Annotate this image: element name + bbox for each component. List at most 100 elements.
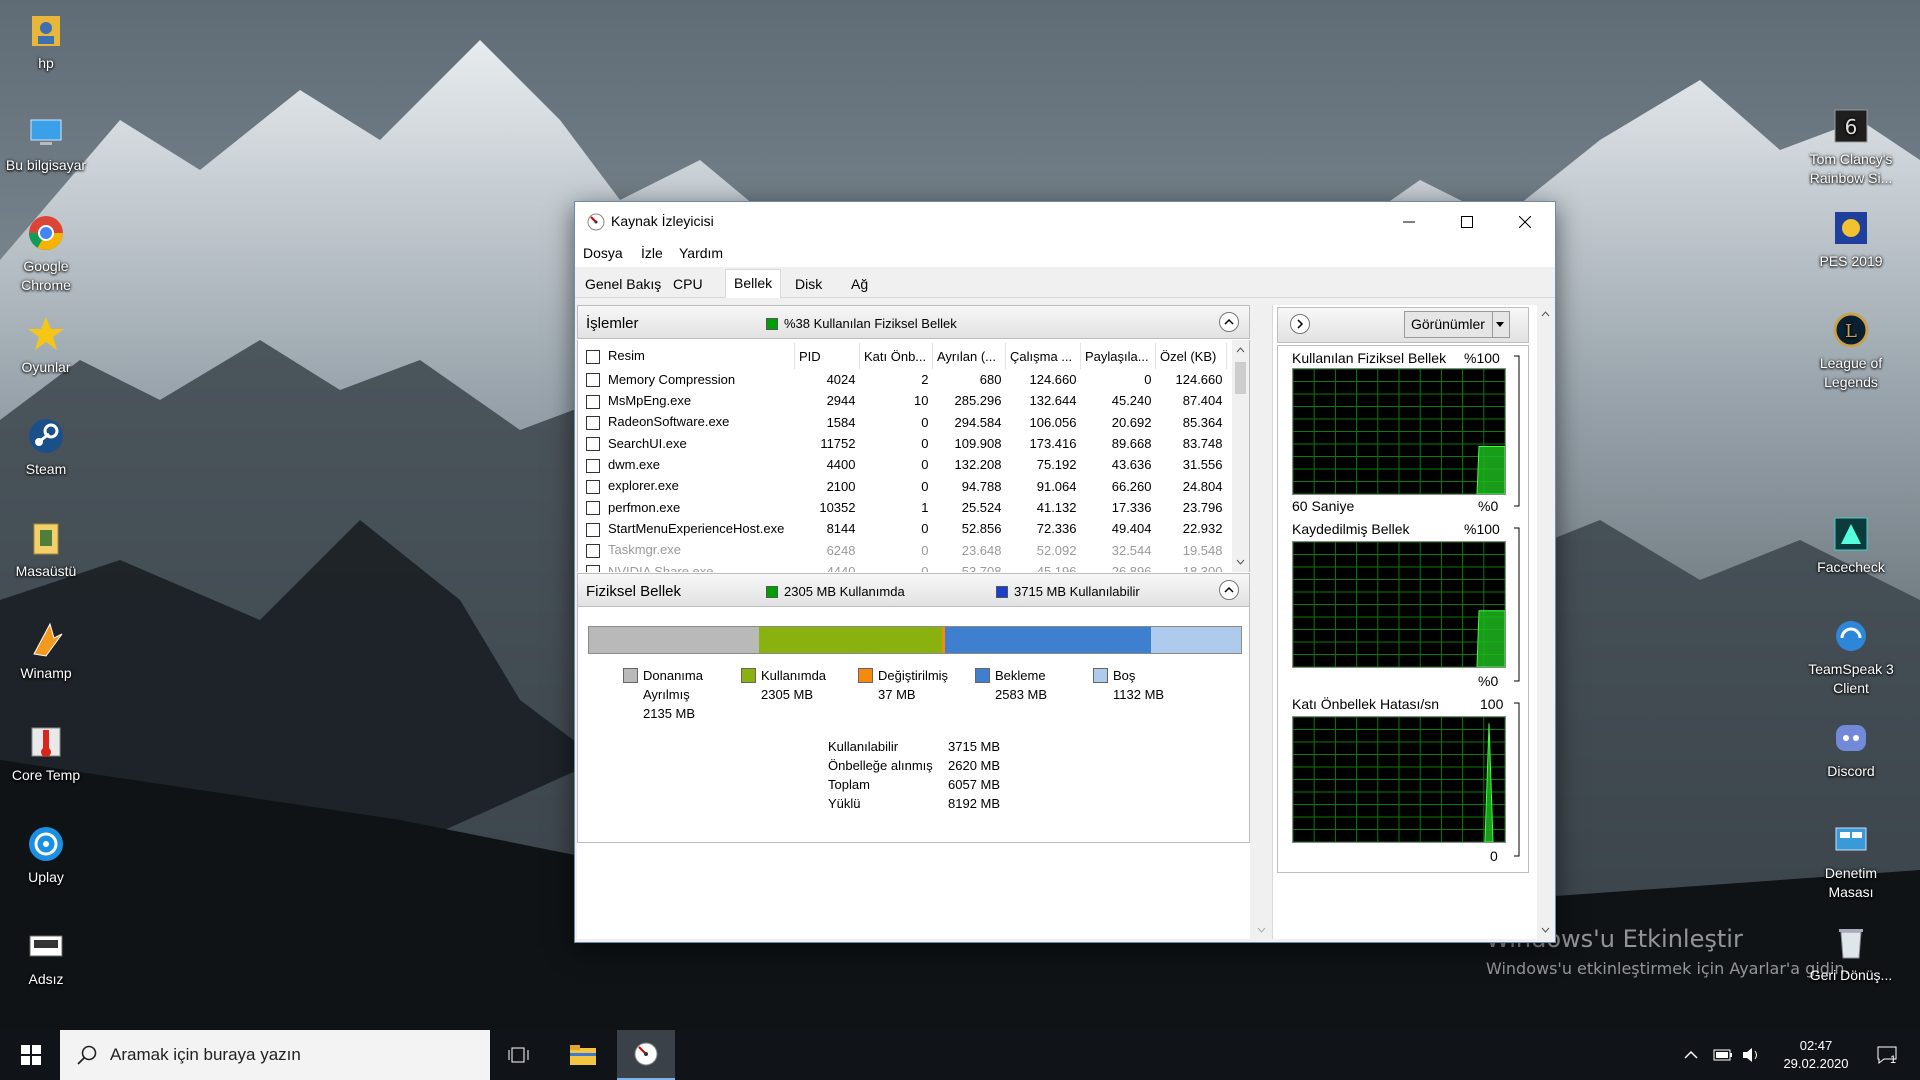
taskbar-search[interactable]: Aramak için buraya yazın <box>60 1030 490 1080</box>
views-dropdown[interactable]: Görünümler <box>1404 311 1510 338</box>
desktop-icon-league[interactable]: L League of Legends <box>1805 310 1897 392</box>
process-row[interactable]: SearchUI.exe 11752 0 109.908 173.416 89.668 83… <box>582 433 1227 454</box>
tab-memory[interactable]: Bellek <box>725 269 782 298</box>
process-row[interactable]: perfmon.exe 10352 1 25.524 41.132 17.336 23.79… <box>582 497 1227 518</box>
desktop-icon-this-pc[interactable]: Bu bilgisayar <box>0 112 92 175</box>
physical-memory-header[interactable]: Fiziksel Bellek 2305 MB Kullanımda 3715 … <box>577 573 1250 607</box>
desktop-icon-pes[interactable]: PES 2019 <box>1805 208 1897 271</box>
column-pid[interactable]: PID <box>794 343 860 369</box>
maximize-button[interactable] <box>1438 202 1496 241</box>
column-working-set[interactable]: Çalışma ... <box>1005 343 1081 369</box>
right-pane: Görünümler Kullanılan Fiziksel Bellek %1… <box>1272 305 1554 939</box>
desktop-icon-hp[interactable]: hp <box>0 10 92 73</box>
stat-label: Yüklü <box>828 796 861 811</box>
winamp-icon <box>26 620 66 660</box>
legend-value: 37 MB <box>878 687 916 702</box>
desktop-icon-control-panel[interactable]: Denetim Masası <box>1805 820 1897 902</box>
column-hard-faults[interactable]: Katı Önb... <box>859 343 933 369</box>
desktop-icon-games[interactable]: Oyunlar <box>0 314 92 377</box>
select-all-checkbox[interactable] <box>586 349 600 364</box>
tab-disk[interactable]: Disk <box>787 273 830 296</box>
process-checkbox[interactable] <box>586 458 600 473</box>
process-checkbox[interactable] <box>586 501 600 516</box>
collapse-physical-memory-button[interactable] <box>1219 580 1239 600</box>
tab-overview[interactable]: Genel Bakış <box>577 273 669 296</box>
menu-monitor[interactable]: İzle <box>641 245 663 261</box>
process-checkbox[interactable] <box>586 479 600 494</box>
computer-icon <box>26 112 66 152</box>
process-row[interactable]: Taskmgr.exe 6248 0 23.648 52.092 32.544 19.548 <box>582 539 1227 560</box>
pane-splitter[interactable] <box>1251 305 1271 939</box>
process-row[interactable]: RadeonSoftware.exe 1584 0 294.584 106.056 20.… <box>582 412 1227 433</box>
desktop-icon-steam[interactable]: Steam <box>0 416 92 479</box>
chevron-up-icon[interactable] <box>1683 1047 1699 1063</box>
process-checkbox[interactable] <box>586 437 600 452</box>
graphs-container: Kullanılan Fiziksel Bellek %100 60 Saniy… <box>1277 345 1529 873</box>
legend-swatch <box>1093 668 1108 683</box>
graph-scale-ticks <box>1514 355 1520 857</box>
taskbar-resource-monitor[interactable] <box>617 1030 675 1080</box>
process-row[interactable]: Memory Compression 4024 2 680 124.660 0 124.66… <box>582 369 1227 390</box>
process-checkbox[interactable] <box>586 416 600 431</box>
process-name: explorer.exe <box>608 478 679 494</box>
right-pane-scrollbar[interactable] <box>1537 305 1554 939</box>
process-cell: 173.416 <box>1029 436 1077 452</box>
process-checkbox[interactable] <box>586 394 600 409</box>
scrollbar-thumb[interactable] <box>1235 362 1246 394</box>
menu-help[interactable]: Yardım <box>679 245 723 261</box>
graph-max: %100 <box>1464 521 1500 537</box>
desktop-icon-winamp[interactable]: Winamp <box>0 620 92 683</box>
desktop-icon-chrome[interactable]: Google Chrome <box>0 213 92 295</box>
chevron-up-icon <box>1224 586 1234 593</box>
minimize-button[interactable] <box>1380 202 1438 241</box>
process-checkbox[interactable] <box>586 543 600 558</box>
action-center-button[interactable]: 1 <box>1862 1030 1912 1080</box>
column-shareable[interactable]: Paylaşıla... <box>1080 343 1156 369</box>
desktop-icon-desktop-folder[interactable]: Masaüstü <box>0 518 92 581</box>
task-view-button[interactable] <box>490 1030 548 1080</box>
graph-min: 0 <box>1490 848 1498 864</box>
task-view-icon <box>508 1047 529 1063</box>
process-cell: 0 <box>921 414 929 430</box>
commit-memory-graph <box>1292 541 1506 668</box>
star-icon <box>26 314 66 354</box>
tab-cpu[interactable]: CPU <box>665 273 711 296</box>
processes-header[interactable]: İşlemler %38 Kullanılan Fiziksel Bellek <box>577 305 1250 339</box>
menu-file[interactable]: Dosya <box>583 245 623 261</box>
desktop-icon-teamspeak[interactable]: TeamSpeak 3 Client <box>1805 616 1897 698</box>
process-cell: 109.908 <box>954 436 1002 452</box>
desktop-icon-rainbow-six[interactable]: 6 Tom Clancy's Rainbow Si... <box>1805 106 1897 188</box>
desktop-icon-uplay[interactable]: Uplay <box>0 824 92 887</box>
column-private[interactable]: Özel (KB) <box>1155 343 1227 369</box>
clock[interactable]: 02:47 29.02.2020 <box>1780 1038 1852 1071</box>
process-row[interactable]: NVIDIA Share.exe 4440 0 53.708 45.196 26.896 1… <box>582 561 1227 572</box>
taskbar-file-explorer[interactable] <box>554 1030 612 1080</box>
column-commit[interactable]: Ayrılan (... <box>932 343 1006 369</box>
process-table-scrollbar[interactable] <box>1232 340 1249 572</box>
battery-icon[interactable] <box>1713 1048 1733 1062</box>
desktop-icon-core-temp[interactable]: Core Temp <box>0 722 92 785</box>
column-image[interactable]: Resim <box>582 343 795 369</box>
stat-label: Önbelleğe alınmış <box>828 758 933 773</box>
process-row[interactable]: dwm.exe 4400 0 132.208 75.192 43.636 31.556 <box>582 454 1227 475</box>
close-button[interactable] <box>1496 202 1554 241</box>
collapse-processes-button[interactable] <box>1219 312 1239 332</box>
physical-memory-title: Fiziksel Bellek <box>586 583 682 600</box>
process-row[interactable]: StartMenuExperienceHost.exe 8144 0 52.856 72… <box>582 518 1227 539</box>
collapse-graphs-button[interactable] <box>1290 314 1310 334</box>
process-row[interactable]: MsMpEng.exe 2944 10 285.296 132.644 45.240 87.… <box>582 390 1227 411</box>
desktop-icon-untitled[interactable]: Adsız <box>0 926 92 989</box>
desktop-icon-discord[interactable]: Discord <box>1805 718 1897 781</box>
tab-network[interactable]: Ağ <box>843 273 876 296</box>
memory-bar-segment <box>589 627 759 653</box>
process-checkbox[interactable] <box>586 522 600 537</box>
svg-text:6: 6 <box>1845 115 1858 139</box>
title-bar[interactable]: Kaynak İzleyicisi <box>575 202 1555 241</box>
desktop-icon-facecheck[interactable]: Facecheck <box>1805 514 1897 577</box>
desktop-icon-label: Oyunlar <box>21 359 71 375</box>
volume-icon[interactable] <box>1742 1047 1762 1063</box>
process-checkbox[interactable] <box>586 373 600 388</box>
process-row[interactable]: explorer.exe 2100 0 94.788 91.064 66.260 24.80… <box>582 475 1227 496</box>
start-button[interactable] <box>2 1030 60 1080</box>
process-checkbox[interactable] <box>586 565 600 572</box>
